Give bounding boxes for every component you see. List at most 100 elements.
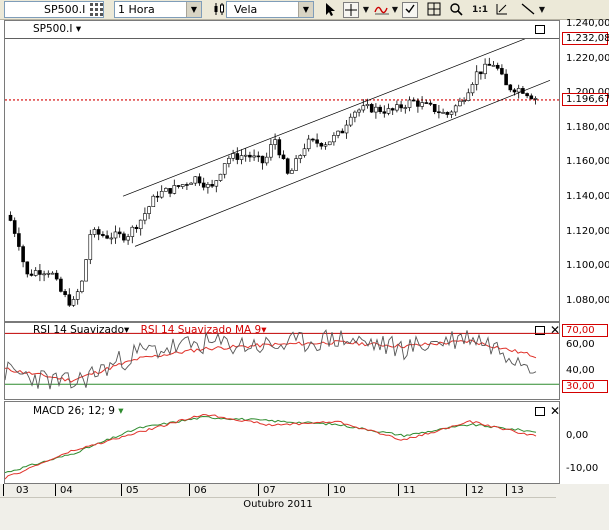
pointer-icon[interactable] — [322, 2, 338, 18]
crosshair-menu-icon[interactable]: ▼ — [361, 2, 371, 18]
bear-candle — [445, 112, 450, 115]
draw-menu-icon[interactable]: ▼ — [537, 2, 547, 18]
price-tick: 1.120,00 — [566, 225, 609, 237]
signal-line — [5, 413, 537, 480]
bear-candle — [256, 155, 261, 158]
day-separator — [398, 484, 399, 496]
bear-candle — [235, 153, 240, 160]
rsi-ma-line — [5, 339, 537, 383]
rsi-axis: 70,00 60,00 40,00 30,00 — [560, 322, 609, 400]
zoom-area-icon[interactable] — [494, 2, 510, 18]
bull-candle — [252, 155, 256, 158]
bear-candle — [134, 226, 139, 230]
bull-candle — [264, 156, 269, 164]
indicator-menu-icon[interactable]: ▼ — [390, 2, 400, 18]
bull-candle — [189, 182, 193, 185]
price-axis: 1.240,001.220,001.200,001.180,001.160,00… — [560, 18, 609, 322]
bear-candle — [479, 71, 483, 75]
timeframe-value: 1 Hora — [118, 3, 155, 16]
price-pane[interactable]: SP500.I ▾ — [4, 20, 560, 322]
bull-candle — [33, 270, 38, 276]
macd-pane[interactable]: MACD 26; 12; 9 ▾ ✕ — [4, 401, 560, 484]
bull-candle — [243, 154, 248, 157]
bull-candle — [214, 180, 219, 187]
chart-style-value: Vela — [234, 3, 258, 16]
bear-candle — [176, 185, 181, 187]
time-label: 13 — [511, 485, 524, 496]
checkbox-icon[interactable] — [402, 2, 418, 18]
bull-candle — [407, 99, 412, 108]
bear-candle — [340, 130, 345, 134]
rsi-tick: 60,00 — [566, 339, 595, 350]
bull-candle — [75, 291, 80, 300]
day-separator — [55, 484, 56, 496]
time-label: 07 — [263, 485, 276, 496]
bull-candle — [80, 280, 84, 292]
bear-candle — [437, 111, 441, 114]
bear-candle — [432, 104, 437, 113]
price-chart[interactable] — [5, 21, 559, 321]
bull-candle — [46, 272, 51, 275]
chart-style-select[interactable]: Vela ▼ — [226, 1, 314, 18]
bull-candle — [458, 100, 462, 107]
toolbar: SP500.I 1 Hora ▼ Vela ▼ ▼ ▼ 1:1 ▼ — [0, 0, 609, 20]
bear-candle — [248, 154, 252, 158]
chevron-down-icon: ▼ — [186, 2, 201, 17]
time-label: 05 — [126, 485, 139, 496]
day-separator — [466, 484, 467, 496]
grid-icon[interactable] — [88, 2, 104, 18]
bull-candle — [239, 155, 244, 160]
bear-candle — [63, 291, 67, 295]
grid-toggle-icon[interactable] — [426, 2, 442, 18]
bull-candle — [344, 124, 349, 134]
rsi-pane[interactable]: RSI 14 Suavizado▾ RSI 14 Suavizado MA 9▾… — [4, 322, 560, 400]
zoom-reset-button[interactable]: 1:1 — [470, 2, 490, 18]
bear-candle — [500, 68, 504, 75]
time-label: 12 — [471, 485, 484, 496]
bull-candle — [113, 231, 118, 239]
bull-candle — [483, 63, 487, 75]
bull-candle — [470, 84, 475, 94]
bear-candle — [168, 188, 172, 194]
bull-candle — [336, 130, 340, 136]
bull-candle — [222, 163, 227, 175]
bull-candle — [357, 109, 361, 113]
bull-candle — [273, 139, 277, 145]
bull-candle — [323, 144, 328, 147]
bear-candle — [260, 155, 265, 164]
indicator-icon[interactable] — [374, 2, 390, 18]
crosshair-icon[interactable] — [343, 2, 359, 18]
time-axis[interactable]: 03 04 05 06 07 10 11 12 13 Outubro 2011 — [0, 484, 609, 530]
price-tick: 1.100,00 — [566, 260, 609, 272]
bull-candle — [374, 106, 378, 113]
bear-candle — [411, 99, 416, 102]
bull-candle — [126, 236, 130, 241]
bear-candle — [281, 154, 286, 160]
bear-candle — [416, 100, 420, 107]
timeframe-select[interactable]: 1 Hora ▼ — [114, 1, 202, 18]
price-tick: 1.220,00 — [566, 52, 609, 64]
bear-candle — [285, 158, 290, 174]
bear-candle — [96, 229, 101, 235]
bull-candle — [466, 92, 471, 101]
bear-candle — [504, 73, 508, 86]
bull-candle — [491, 64, 496, 67]
bull-candle — [533, 98, 538, 100]
rsi-lower-tag: 30,00 — [562, 380, 608, 393]
bull-candle — [302, 148, 307, 156]
bear-candle — [155, 195, 160, 198]
macd-chart[interactable] — [5, 402, 559, 483]
bear-candle — [378, 106, 382, 112]
month-label: Outubro 2011 — [243, 499, 313, 510]
day-separator — [328, 484, 329, 496]
bull-candle — [332, 135, 336, 143]
bull-candle — [290, 170, 294, 174]
rsi-chart[interactable] — [5, 323, 559, 399]
bull-candle — [218, 173, 223, 181]
magnifier-icon[interactable] — [448, 2, 464, 18]
trendline-icon[interactable] — [520, 2, 536, 18]
bull-candle — [172, 185, 177, 194]
bear-candle — [424, 102, 429, 104]
bear-candle — [311, 138, 315, 141]
bull-candle — [441, 112, 445, 114]
